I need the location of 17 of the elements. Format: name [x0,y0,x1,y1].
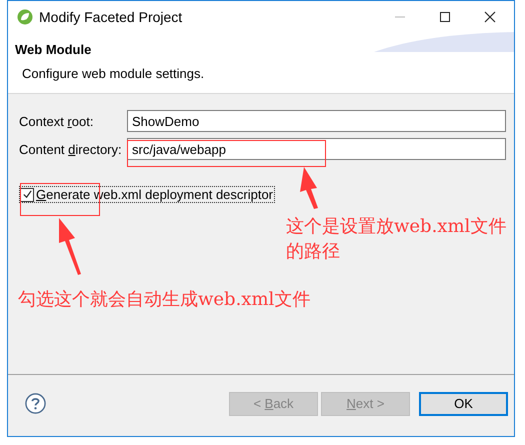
annotation-note: 勾选这个就会自动生成web.xml文件 [18,288,312,312]
annotation-arrow [300,167,318,209]
annotation-arrow [59,218,81,275]
field-label: Context root: [19,114,94,128]
page-title: Web Module [15,42,92,57]
page-description: Configure web module settings. [21,66,206,81]
leaf-icon [17,8,33,24]
checkbox[interactable] [20,188,34,202]
help-icon[interactable] [25,393,46,414]
input-field[interactable]: ShowDemo [127,110,506,132]
close-icon[interactable] [484,10,496,22]
input-field[interactable]: src/java/webapp [127,138,506,160]
maximize-icon[interactable] [439,10,451,22]
window-title: Modify Faceted Project [39,8,182,24]
annotation-note: 这个是设置放web.xml文件的路径 [286,215,508,264]
dialog-button[interactable]: OK [419,392,508,416]
field-label: Content directory: [19,142,123,156]
